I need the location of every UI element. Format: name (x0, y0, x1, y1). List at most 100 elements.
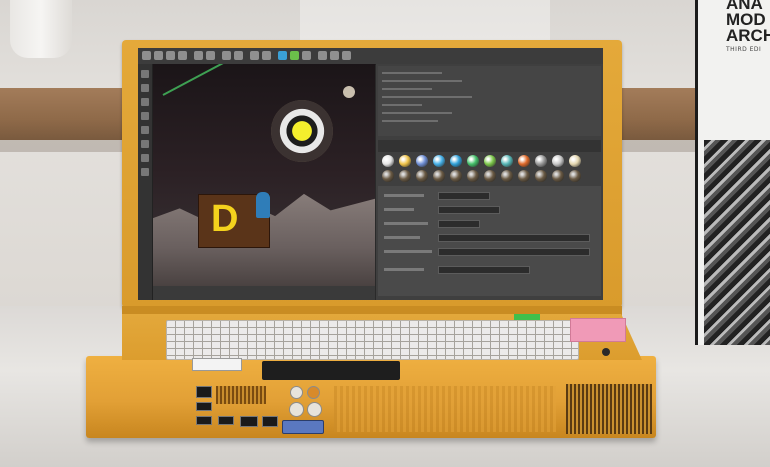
attr-field[interactable] (438, 266, 530, 274)
material-swatch[interactable] (433, 155, 445, 167)
attr-field[interactable] (438, 234, 590, 242)
toolbar-icon[interactable] (250, 51, 259, 60)
toolbar-icon[interactable] (262, 51, 271, 60)
vase (10, 0, 72, 58)
tree-row[interactable] (382, 112, 452, 114)
material-swatch[interactable] (399, 170, 411, 182)
vent-grille (566, 384, 652, 434)
attr-label (384, 194, 424, 197)
power-button[interactable] (602, 348, 610, 356)
material-swatch[interactable] (535, 170, 547, 182)
material-swatch[interactable] (450, 170, 462, 182)
toolbar-icon[interactable] (142, 51, 151, 60)
vent-grille (334, 386, 556, 432)
usb-port[interactable] (240, 416, 258, 427)
material-swatch[interactable] (518, 170, 530, 182)
material-swatch[interactable] (416, 155, 428, 167)
toolbar-icon[interactable] (234, 51, 243, 60)
audio-jack[interactable] (290, 386, 303, 399)
material-swatch[interactable] (416, 170, 428, 182)
logo-block-text: D (211, 198, 239, 240)
material-swatch[interactable] (382, 155, 394, 167)
sticker (570, 318, 626, 342)
toolbar-icon[interactable] (206, 51, 215, 60)
attr-label (384, 268, 424, 271)
toolbar-icon[interactable] (278, 51, 287, 60)
attr-field[interactable] (438, 248, 590, 256)
material-swatch[interactable] (467, 170, 479, 182)
tool-button[interactable] (141, 168, 149, 176)
material-swatch[interactable] (501, 155, 513, 167)
ethernet-port[interactable] (196, 386, 212, 398)
material-swatch[interactable] (399, 155, 411, 167)
touchpad[interactable] (262, 361, 400, 380)
character-figure (256, 192, 270, 218)
tool-button[interactable] (141, 154, 149, 162)
app-toolbar (138, 48, 603, 65)
attr-label (384, 250, 432, 253)
toolbar-icon[interactable] (290, 51, 299, 60)
tree-row[interactable] (382, 104, 422, 106)
label-plate (192, 358, 242, 371)
toolbar-icon[interactable] (178, 51, 187, 60)
toolbar-icon[interactable] (342, 51, 351, 60)
toolbar-icon[interactable] (330, 51, 339, 60)
keyboard[interactable] (166, 320, 579, 360)
tree-row[interactable] (382, 120, 438, 122)
laptop-screen: D (138, 48, 603, 300)
viewport-timeline[interactable] (153, 286, 375, 300)
tree-row[interactable] (382, 88, 432, 90)
tree-row[interactable] (382, 80, 462, 82)
tool-button[interactable] (141, 70, 149, 78)
attr-label (384, 236, 420, 239)
material-swatch[interactable] (569, 170, 581, 182)
audio-jack[interactable] (307, 386, 320, 399)
usb-port[interactable] (196, 402, 212, 411)
usb-port[interactable] (196, 416, 212, 425)
attr-field[interactable] (438, 206, 500, 214)
usb-port[interactable] (218, 416, 234, 425)
material-swatch[interactable] (382, 170, 394, 182)
material-swatch[interactable] (484, 170, 496, 182)
attr-field[interactable] (438, 220, 480, 228)
toolbar-icon[interactable] (318, 51, 327, 60)
tree-row[interactable] (382, 96, 472, 98)
material-swatch[interactable] (501, 170, 513, 182)
tool-button[interactable] (141, 84, 149, 92)
book-title: ANA MOD ARCH (726, 0, 770, 45)
toolbar-icon[interactable] (222, 51, 231, 60)
toolbar-icon[interactable] (302, 51, 311, 60)
tool-button[interactable] (141, 140, 149, 148)
guide-line (162, 64, 279, 96)
material-swatch[interactable] (484, 155, 496, 167)
tool-button[interactable] (141, 126, 149, 134)
book-cover-art (704, 140, 770, 345)
material-swatch[interactable] (552, 155, 564, 167)
toolbar-icon[interactable] (154, 51, 163, 60)
round-button[interactable] (307, 402, 322, 417)
ring-object (271, 100, 333, 162)
object-tree[interactable] (378, 66, 601, 136)
moon (343, 86, 355, 98)
material-swatch[interactable] (569, 155, 581, 167)
round-button[interactable] (289, 402, 304, 417)
material-swatch[interactable] (433, 170, 445, 182)
vga-port[interactable] (282, 420, 324, 434)
material-swatch[interactable] (518, 155, 530, 167)
toolbar-icon[interactable] (194, 51, 203, 60)
material-swatch[interactable] (535, 155, 547, 167)
3d-viewport[interactable]: D (153, 64, 375, 286)
tool-button[interactable] (141, 112, 149, 120)
hdmi-port[interactable] (262, 416, 278, 427)
toolbar-icon[interactable] (166, 51, 175, 60)
book-subtitle: THIRD EDI (726, 46, 762, 53)
attr-field[interactable] (438, 192, 490, 200)
material-swatch[interactable] (467, 155, 479, 167)
material-swatch[interactable] (450, 155, 462, 167)
tree-row[interactable] (382, 72, 442, 74)
status-leds (514, 314, 540, 320)
attr-label (384, 208, 414, 211)
material-swatch[interactable] (552, 170, 564, 182)
tool-button[interactable] (141, 98, 149, 106)
tool-strip (138, 64, 153, 300)
